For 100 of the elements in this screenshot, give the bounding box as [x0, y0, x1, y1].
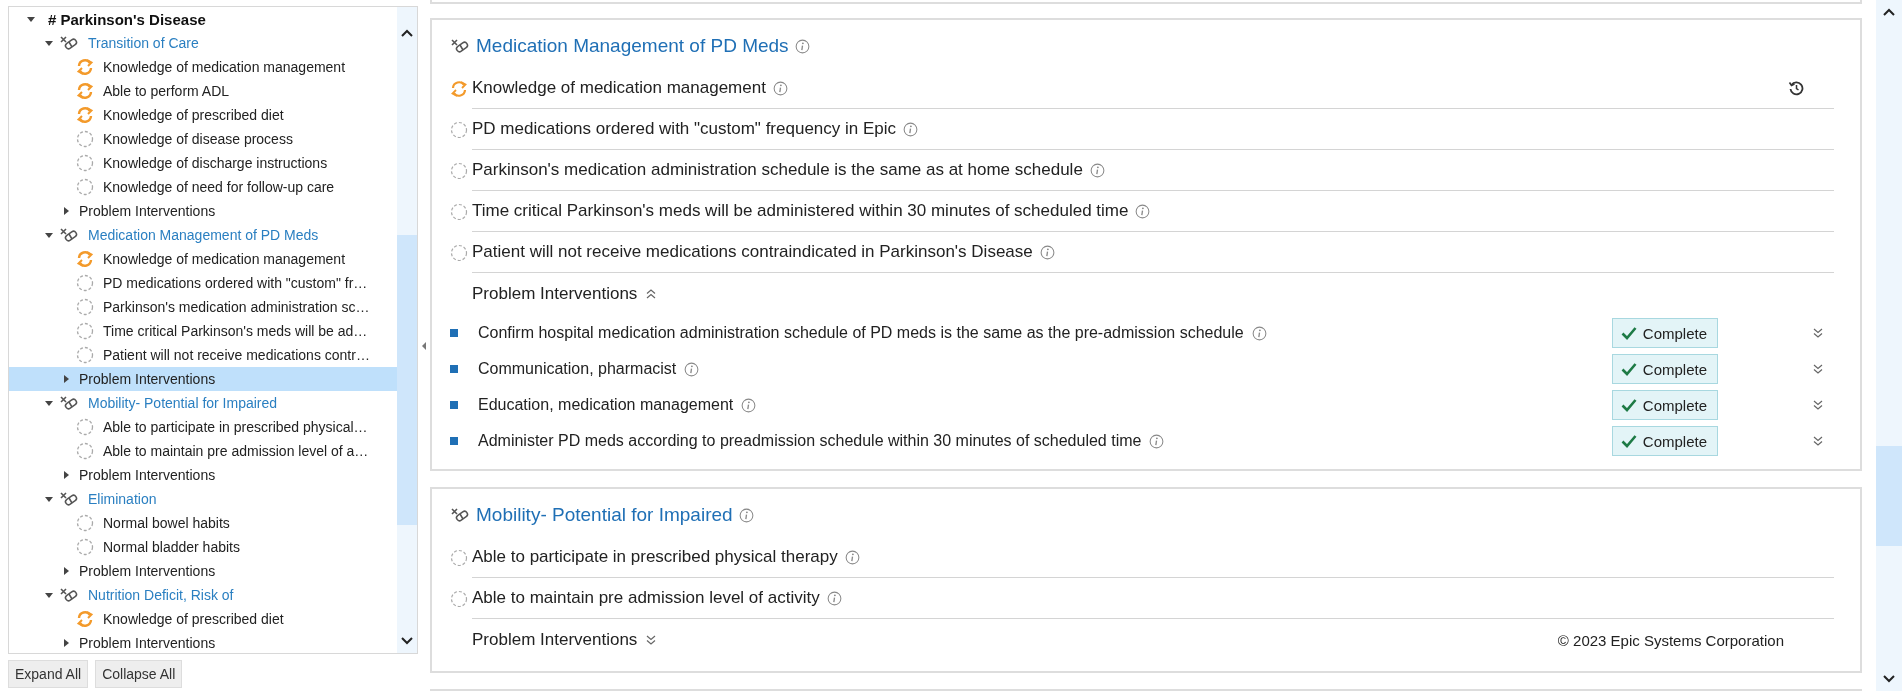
square-bullet-icon — [450, 365, 458, 373]
check-icon — [1620, 434, 1637, 448]
collapse-all-button[interactable]: Collapse All — [95, 660, 183, 688]
intervention-label: Communication, pharmacist — [478, 360, 677, 378]
double-chevron-icon[interactable] — [1812, 327, 1824, 339]
tree-item[interactable]: Knowledge of medication management — [9, 247, 397, 271]
complete-button[interactable]: Complete — [1611, 426, 1718, 456]
tree-group-row[interactable]: Transition of Care — [9, 31, 397, 55]
scrollbar[interactable] — [397, 7, 417, 653]
double-chevron-icon[interactable] — [1812, 435, 1824, 447]
pill-icon — [450, 507, 470, 523]
tree-root-title[interactable]: # Parkinson's Disease — [48, 10, 206, 28]
tree-item[interactable]: Knowledge of disease process — [9, 127, 397, 151]
scroll-down-icon[interactable] — [401, 637, 413, 645]
tree-item[interactable]: Problem Interventions — [9, 631, 397, 653]
expand-arrow-icon[interactable] — [44, 398, 54, 408]
info-icon[interactable] — [1135, 203, 1151, 219]
history-icon[interactable] — [1788, 80, 1804, 96]
info-icon[interactable] — [1149, 433, 1165, 449]
dashed-circle-icon — [76, 298, 94, 316]
tree-item[interactable]: Knowledge of prescribed diet — [9, 103, 397, 127]
tree-item[interactable]: Able to perform ADL — [9, 79, 397, 103]
scroll-thumb[interactable] — [1876, 446, 1902, 546]
double-chevron-icon[interactable] — [645, 634, 658, 646]
expand-arrow-icon[interactable] — [61, 374, 71, 384]
dashed-circle-icon — [76, 418, 94, 436]
tree-item[interactable]: Problem Interventions — [9, 199, 397, 223]
outcome-label: Knowledge of medication management — [472, 78, 766, 98]
tree-item[interactable]: Normal bowel habits — [9, 511, 397, 535]
tree-item[interactable]: Knowledge of medication management — [9, 55, 397, 79]
info-icon[interactable] — [1039, 244, 1055, 260]
outcome-label: PD medications ordered with "custom" frequency in Epic — [472, 119, 897, 139]
scrollbar[interactable] — [1876, 0, 1902, 691]
info-icon[interactable] — [741, 397, 757, 413]
expand-arrow-icon[interactable] — [26, 14, 36, 24]
tree-item[interactable]: Parkinson's medication administration sc… — [9, 295, 397, 319]
double-chevron-icon[interactable] — [645, 288, 658, 300]
info-icon[interactable] — [772, 80, 788, 96]
tree-item[interactable]: Able to maintain pre admission level of a… — [9, 439, 397, 463]
info-icon[interactable] — [738, 507, 754, 523]
pill-icon — [59, 491, 79, 507]
dashed-circle-icon — [76, 274, 94, 292]
tree-item[interactable]: Patient will not receive medications contr… — [9, 343, 397, 367]
tree-group-row[interactable]: Elimination — [9, 487, 397, 511]
expand-arrow-icon[interactable] — [44, 38, 54, 48]
scroll-down-icon[interactable] — [1883, 675, 1895, 683]
expand-all-button[interactable]: Expand All — [8, 660, 89, 688]
expand-arrow-icon[interactable] — [61, 638, 71, 648]
collapse-arrow-icon[interactable] — [421, 340, 427, 351]
dashed-circle-icon — [450, 202, 468, 221]
tree-item[interactable]: Problem Interventions — [9, 559, 397, 583]
tree-item[interactable]: Time critical Parkinson's meds will be ad… — [9, 319, 397, 343]
intervention-label: Education, medication management — [478, 396, 734, 414]
tree-item[interactable]: PD medications ordered with "custom" fr… — [9, 271, 397, 295]
dashed-circle-icon — [450, 589, 468, 608]
section-label: Problem Interventions — [472, 284, 638, 304]
pill-icon — [59, 395, 79, 411]
expand-arrow-icon[interactable] — [44, 590, 54, 600]
expand-arrow-icon[interactable] — [44, 494, 54, 504]
info-icon[interactable] — [844, 549, 860, 565]
sync-icon — [76, 58, 94, 76]
copyright-text: © 2023 Epic Systems Corporation — [1557, 631, 1784, 649]
sync-icon — [76, 106, 94, 124]
complete-button[interactable]: Complete — [1611, 390, 1718, 420]
tree-item[interactable]: Knowledge of discharge instructions — [9, 151, 397, 175]
tree-item[interactable]: Knowledge of prescribed diet — [9, 607, 397, 631]
info-icon[interactable] — [1089, 162, 1105, 178]
complete-button[interactable]: Complete — [1611, 318, 1718, 348]
info-icon[interactable] — [684, 361, 700, 377]
dashed-circle-icon — [450, 161, 468, 180]
tree-item[interactable]: Knowledge of need for follow-up care — [9, 175, 397, 199]
expand-arrow-icon[interactable] — [61, 566, 71, 576]
info-icon[interactable] — [1251, 325, 1267, 341]
dashed-circle-icon — [76, 538, 94, 556]
expand-arrow-icon[interactable] — [61, 206, 71, 216]
info-icon[interactable] — [826, 590, 842, 606]
tree-group-row[interactable]: Medication Management of PD Meds — [9, 223, 397, 247]
scroll-thumb[interactable] — [397, 235, 417, 525]
double-chevron-icon[interactable] — [1812, 363, 1824, 375]
tree-item[interactable]: Able to participate in prescribed physical… — [9, 415, 397, 439]
tree-item[interactable]: Problem Interventions — [9, 463, 397, 487]
check-icon — [1620, 326, 1637, 340]
dashed-circle-icon — [76, 130, 94, 148]
expand-arrow-icon[interactable] — [61, 470, 71, 480]
double-chevron-icon[interactable] — [1812, 399, 1824, 411]
dashed-circle-icon — [76, 154, 94, 172]
complete-button[interactable]: Complete — [1611, 354, 1718, 384]
tree-item[interactable]: Problem Interventions — [9, 367, 397, 391]
expand-arrow-icon[interactable] — [44, 230, 54, 240]
outcome-label: Time critical Parkinson's meds will be administered within 30 minutes of scheduled time — [472, 201, 1129, 221]
tree-item[interactable]: Normal bladder habits — [9, 535, 397, 559]
scroll-up-icon[interactable] — [1883, 8, 1895, 16]
dashed-circle-icon — [450, 548, 468, 567]
info-icon[interactable] — [794, 38, 810, 54]
scroll-up-icon[interactable] — [401, 29, 413, 37]
square-bullet-icon — [450, 401, 458, 409]
info-icon[interactable] — [903, 121, 919, 137]
square-bullet-icon — [450, 437, 458, 445]
tree-group-row[interactable]: Mobility- Potential for Impaired — [9, 391, 397, 415]
tree-group-row[interactable]: Nutrition Deficit, Risk of — [9, 583, 397, 607]
